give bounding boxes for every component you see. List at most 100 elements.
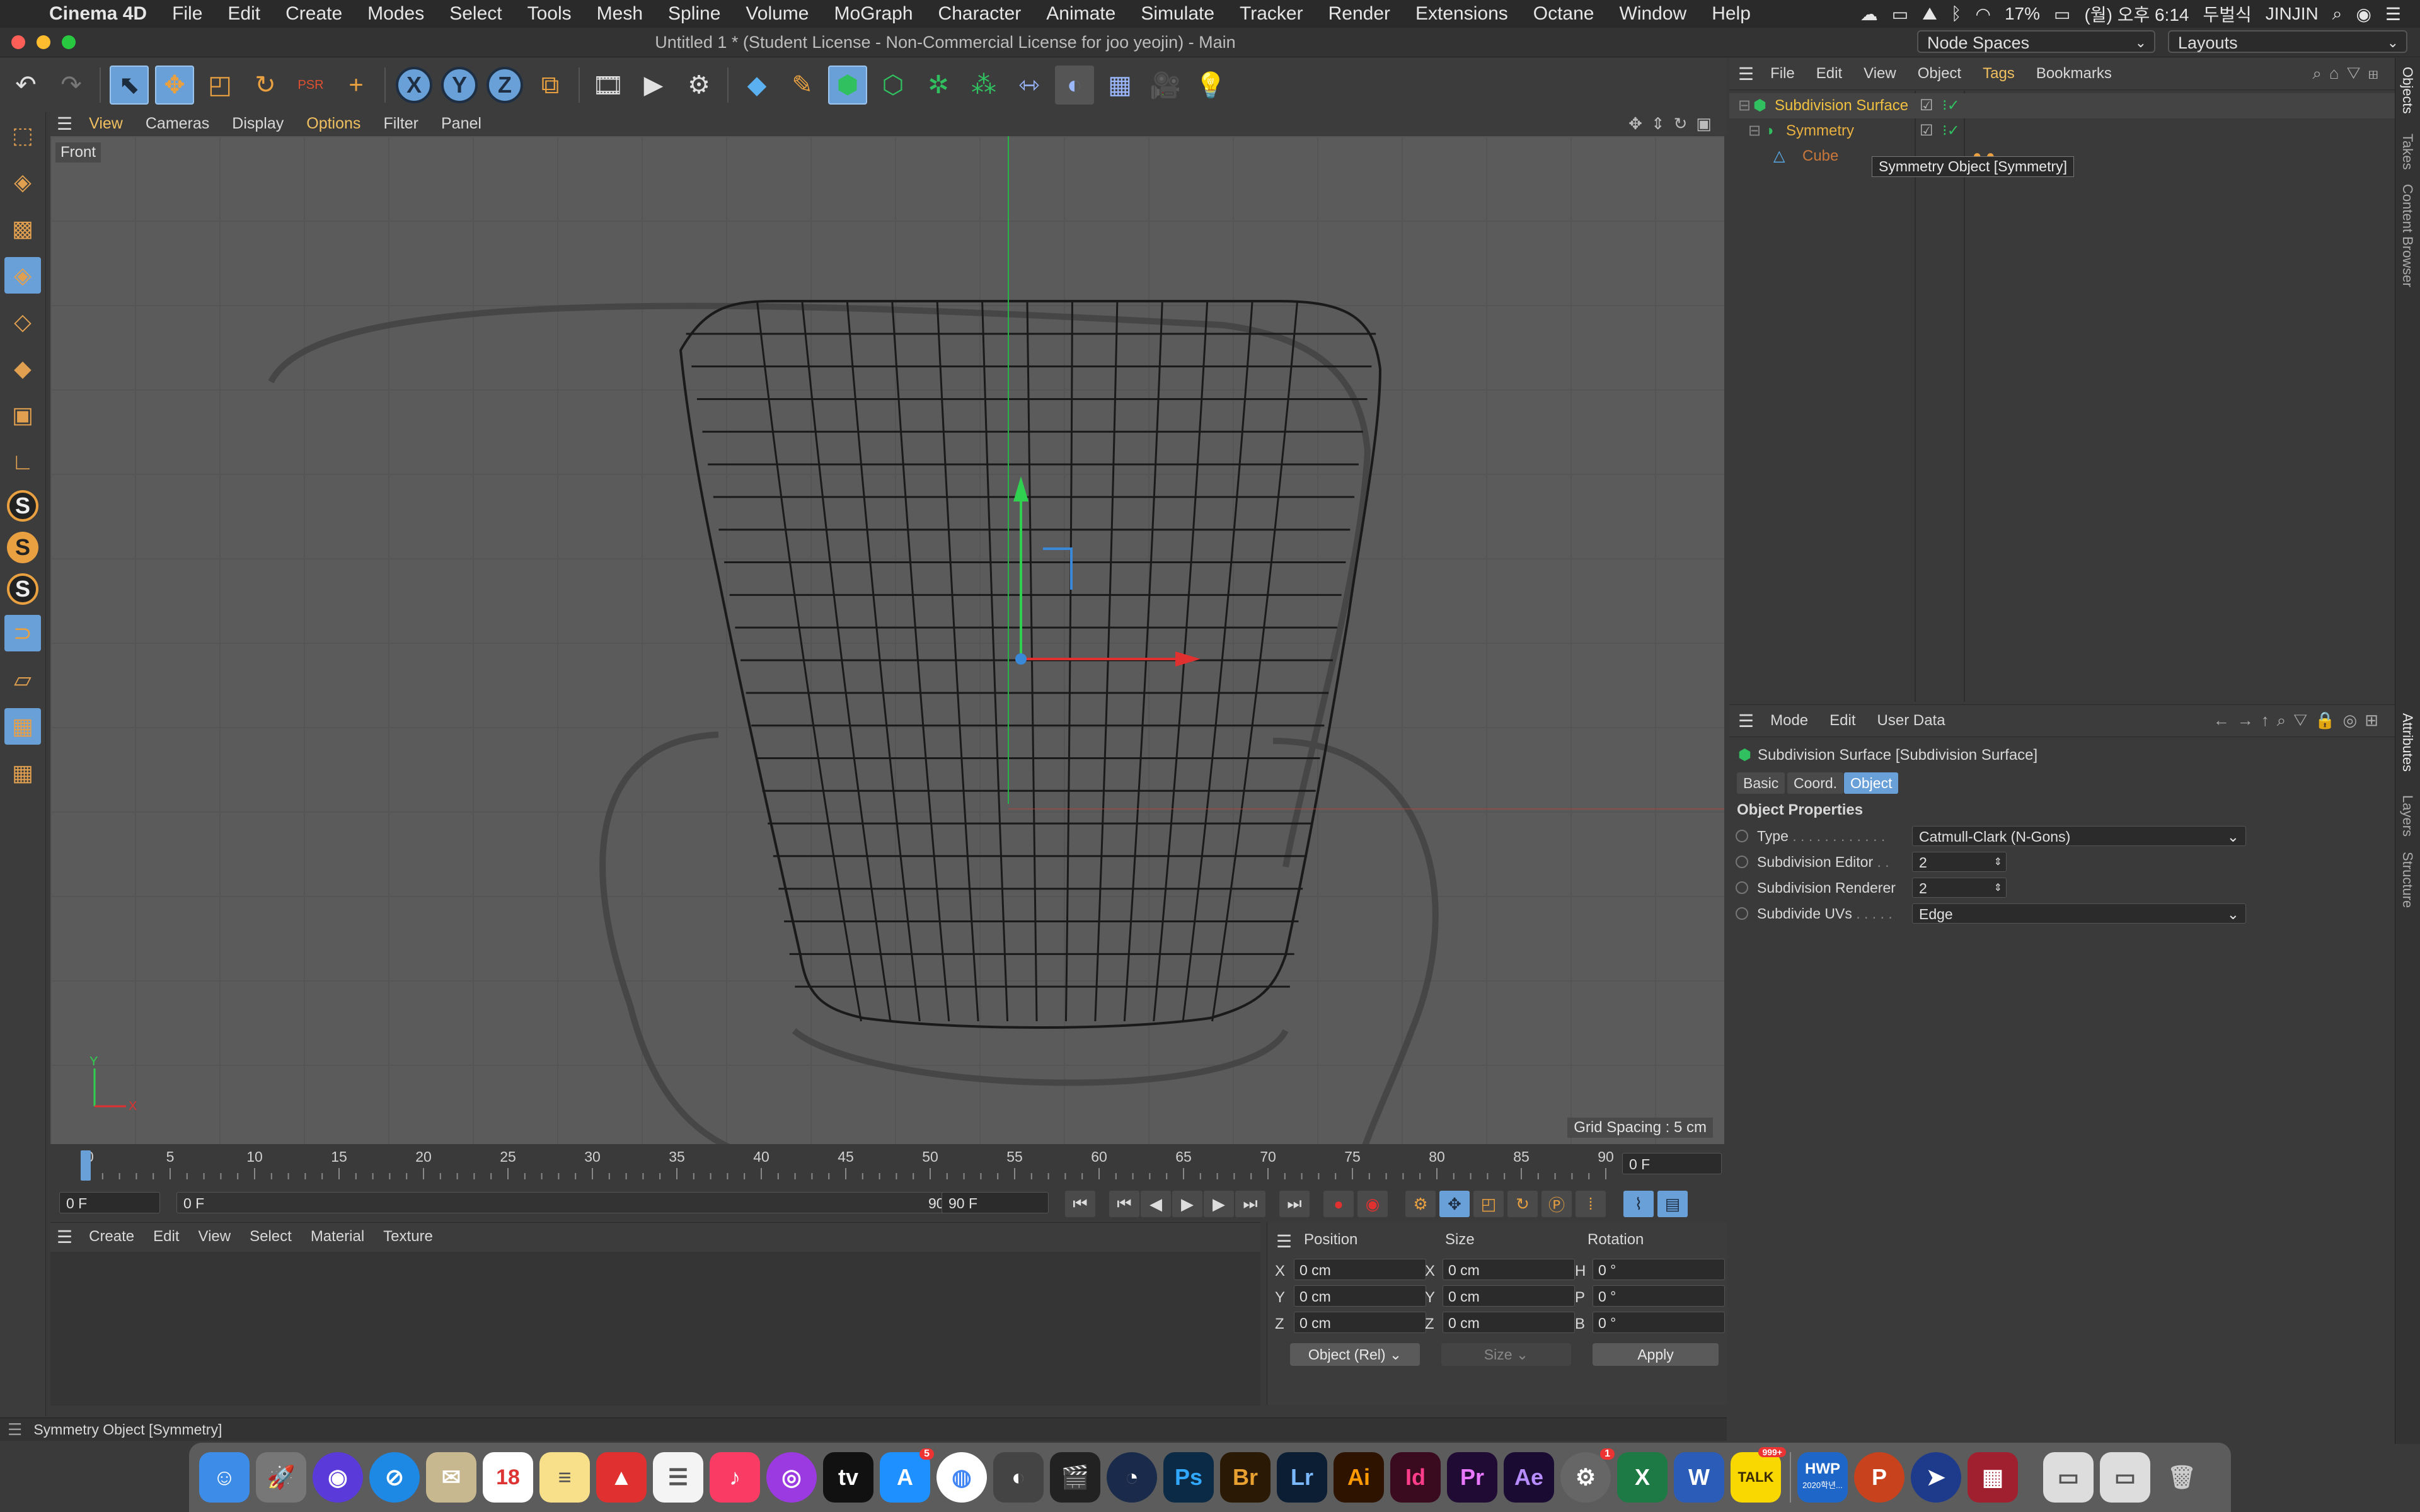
screenshot-stack-icon[interactable]: ▭ (2100, 1452, 2150, 1503)
render-picture-viewer-icon[interactable]: ▶ (634, 66, 673, 105)
visibility-check-icon[interactable]: ⁝✓ (1942, 118, 1960, 144)
battery-percent[interactable]: 17% (2005, 4, 2040, 24)
workplane-icon[interactable]: ▱ (4, 662, 41, 698)
wifi-icon[interactable]: ◠ (1976, 4, 1991, 25)
notes-icon[interactable]: ≡ (539, 1452, 590, 1503)
attribute-nav-icons[interactable]: ←→↑⌕▽🔒◎⊞ (2213, 711, 2386, 731)
psr-tool-icon[interactable]: PSR (291, 66, 330, 105)
menu-tracker[interactable]: Tracker (1240, 3, 1303, 25)
indesign-icon[interactable]: Id (1390, 1452, 1441, 1503)
input-method[interactable]: 두벌식 (2203, 1, 2251, 26)
animate-radio-icon[interactable] (1736, 881, 1748, 894)
animate-radio-icon[interactable] (1736, 907, 1748, 920)
cube-object-icon[interactable]: ◆ (737, 66, 776, 105)
camera-icon[interactable]: 🎥 (1146, 66, 1185, 105)
hamburger-icon[interactable]: ☰ (1276, 1231, 1292, 1252)
menu-volume[interactable]: Volume (746, 3, 809, 25)
premiere-icon[interactable]: Pr (1447, 1452, 1497, 1503)
magnet-icon[interactable]: ⊃ (4, 615, 41, 651)
goto-start-icon[interactable]: ⏮ (1065, 1191, 1095, 1217)
viewport-nav-icons[interactable]: ✥⇕↻▣ (1628, 114, 1720, 134)
menu-window[interactable]: Window (1620, 3, 1687, 25)
material-menu-texture[interactable]: Texture (383, 1228, 433, 1246)
attr-menu-edit[interactable]: Edit (1829, 712, 1855, 730)
prev-frame-icon[interactable]: ◀ (1141, 1191, 1171, 1217)
coordinate-system-icon[interactable]: ⧉ (531, 66, 570, 105)
subdivision-surface-icon[interactable]: ⬢ (828, 66, 867, 105)
menu-simulate[interactable]: Simulate (1141, 3, 1214, 25)
tab-object[interactable]: Object (1844, 772, 1899, 794)
playhead[interactable] (81, 1150, 91, 1181)
siri-icon[interactable]: ◉ (2356, 4, 2371, 25)
mountain-icon[interactable]: ⛰ (1922, 4, 1937, 25)
start-frame-field[interactable]: 0 F (59, 1192, 160, 1213)
menu-octane[interactable]: Octane (1533, 3, 1594, 25)
kakaotalk-icon[interactable]: TALK 999+ (1731, 1447, 1786, 1503)
grid-workplane-icon[interactable]: ▦ (4, 708, 41, 745)
pos-z-field[interactable]: 0 cm (1294, 1312, 1426, 1333)
menu-mograph[interactable]: MoGraph (834, 3, 913, 25)
bluetooth-icon[interactable]: ᛒ (1951, 4, 1962, 24)
size-y-field[interactable]: 0 cm (1443, 1285, 1575, 1307)
hamburger-icon[interactable]: ☰ (57, 113, 72, 134)
next-key-icon[interactable]: ⏭ (1235, 1191, 1265, 1217)
subdivision-renderer-field[interactable]: 2 ⇕ (1912, 878, 2007, 898)
node-spaces-dropdown[interactable]: Node Spaces ⌄ (1917, 30, 2155, 53)
attr-menu-mode[interactable]: Mode (1770, 712, 1808, 730)
viewport-menu-options[interactable]: Options (306, 115, 360, 133)
move-tool-icon[interactable]: ✥ (155, 66, 194, 105)
menu-character[interactable]: Character (938, 3, 1022, 25)
visibility-check-icon[interactable]: ⁝✓ (1942, 93, 1960, 118)
z-axis-lock-button[interactable]: Z (487, 67, 523, 103)
after-effects-icon[interactable]: Ae (1504, 1452, 1554, 1503)
menu-file[interactable]: File (172, 3, 202, 25)
finder-icon[interactable]: ☺ (199, 1452, 250, 1503)
timeline-window-icon[interactable]: ▤ (1657, 1191, 1688, 1217)
timeline-ruler[interactable]: 051015202530354045505560657075808590 0 F (50, 1145, 1724, 1186)
menu-spline[interactable]: Spline (668, 3, 720, 25)
3d-viewport[interactable]: Y X Front Grid Spacing : 5 cm (50, 136, 1724, 1144)
material-menu-material[interactable]: Material (311, 1228, 364, 1246)
side-tab-layers[interactable]: Layers (2399, 795, 2416, 837)
viewport-menu-view[interactable]: View (89, 115, 123, 133)
subdivide-uvs-dropdown[interactable]: Edge ⌄ (1912, 903, 2246, 924)
menu-edit[interactable]: Edit (228, 3, 260, 25)
chrome-icon[interactable]: ◍ (936, 1452, 987, 1503)
object-row-subdivision-surface[interactable]: ⊟ ⬢ Subdivision Surface ☑ ⁝✓ (1729, 93, 2395, 118)
size-z-field[interactable]: 0 cm (1443, 1312, 1575, 1333)
siri-icon[interactable]: ◉ (313, 1452, 363, 1503)
locked-workplane-icon[interactable]: ▦ (4, 755, 41, 791)
menu-mesh[interactable]: Mesh (597, 3, 643, 25)
hwp-document-icon[interactable]: HWP 2020학년... (1797, 1452, 1848, 1503)
navigator-icon[interactable]: ➤ (1911, 1452, 1961, 1503)
viewport-menu-filter[interactable]: Filter (383, 115, 418, 133)
field-icon[interactable]: ◐ (1055, 66, 1094, 105)
axis-mode-icon[interactable]: ∟ (4, 444, 41, 480)
scale-tool-icon[interactable]: ◰ (200, 66, 239, 105)
material-menu-select[interactable]: Select (250, 1228, 292, 1246)
safari-icon[interactable]: ⊘ (369, 1452, 420, 1503)
x-axis-lock-button[interactable]: X (396, 67, 432, 103)
key-parameter-icon[interactable]: Ⓟ (1541, 1191, 1572, 1217)
lightroom-icon[interactable]: Lr (1277, 1452, 1327, 1503)
animate-radio-icon[interactable] (1736, 830, 1748, 842)
bridge-icon[interactable]: Br (1220, 1452, 1270, 1503)
apple-tv-icon[interactable]: tv (823, 1452, 873, 1503)
calendar-icon[interactable]: 18 (483, 1452, 533, 1503)
end-frame-field[interactable]: 90 F (942, 1192, 1049, 1213)
viewport-menu-panel[interactable]: Panel (441, 115, 481, 133)
deformer-icon[interactable]: ⇿ (1010, 66, 1049, 105)
subdivision-editor-field[interactable]: 2 ⇕ (1912, 852, 2007, 872)
play-icon[interactable]: ▶ (1172, 1191, 1202, 1217)
stepper-icon[interactable]: ⇕ (1994, 878, 2002, 898)
render-settings-icon[interactable]: ⚙ (679, 66, 718, 105)
final-cut-icon[interactable]: 🎬 (1050, 1452, 1100, 1503)
hamburger-icon[interactable]: ☰ (1738, 64, 1754, 84)
object-menu-object[interactable]: Object (1918, 65, 1961, 83)
type-dropdown[interactable]: Catmull-Clark (N-Gons) ⌄ (1912, 826, 2246, 846)
menu-animate[interactable]: Animate (1046, 3, 1115, 25)
menu-app-name[interactable]: Cinema 4D (49, 3, 147, 25)
apply-button[interactable]: Apply (1593, 1343, 1719, 1366)
collapse-icon[interactable]: ⊟ (1738, 93, 1751, 118)
material-menu-create[interactable]: Create (89, 1228, 134, 1246)
